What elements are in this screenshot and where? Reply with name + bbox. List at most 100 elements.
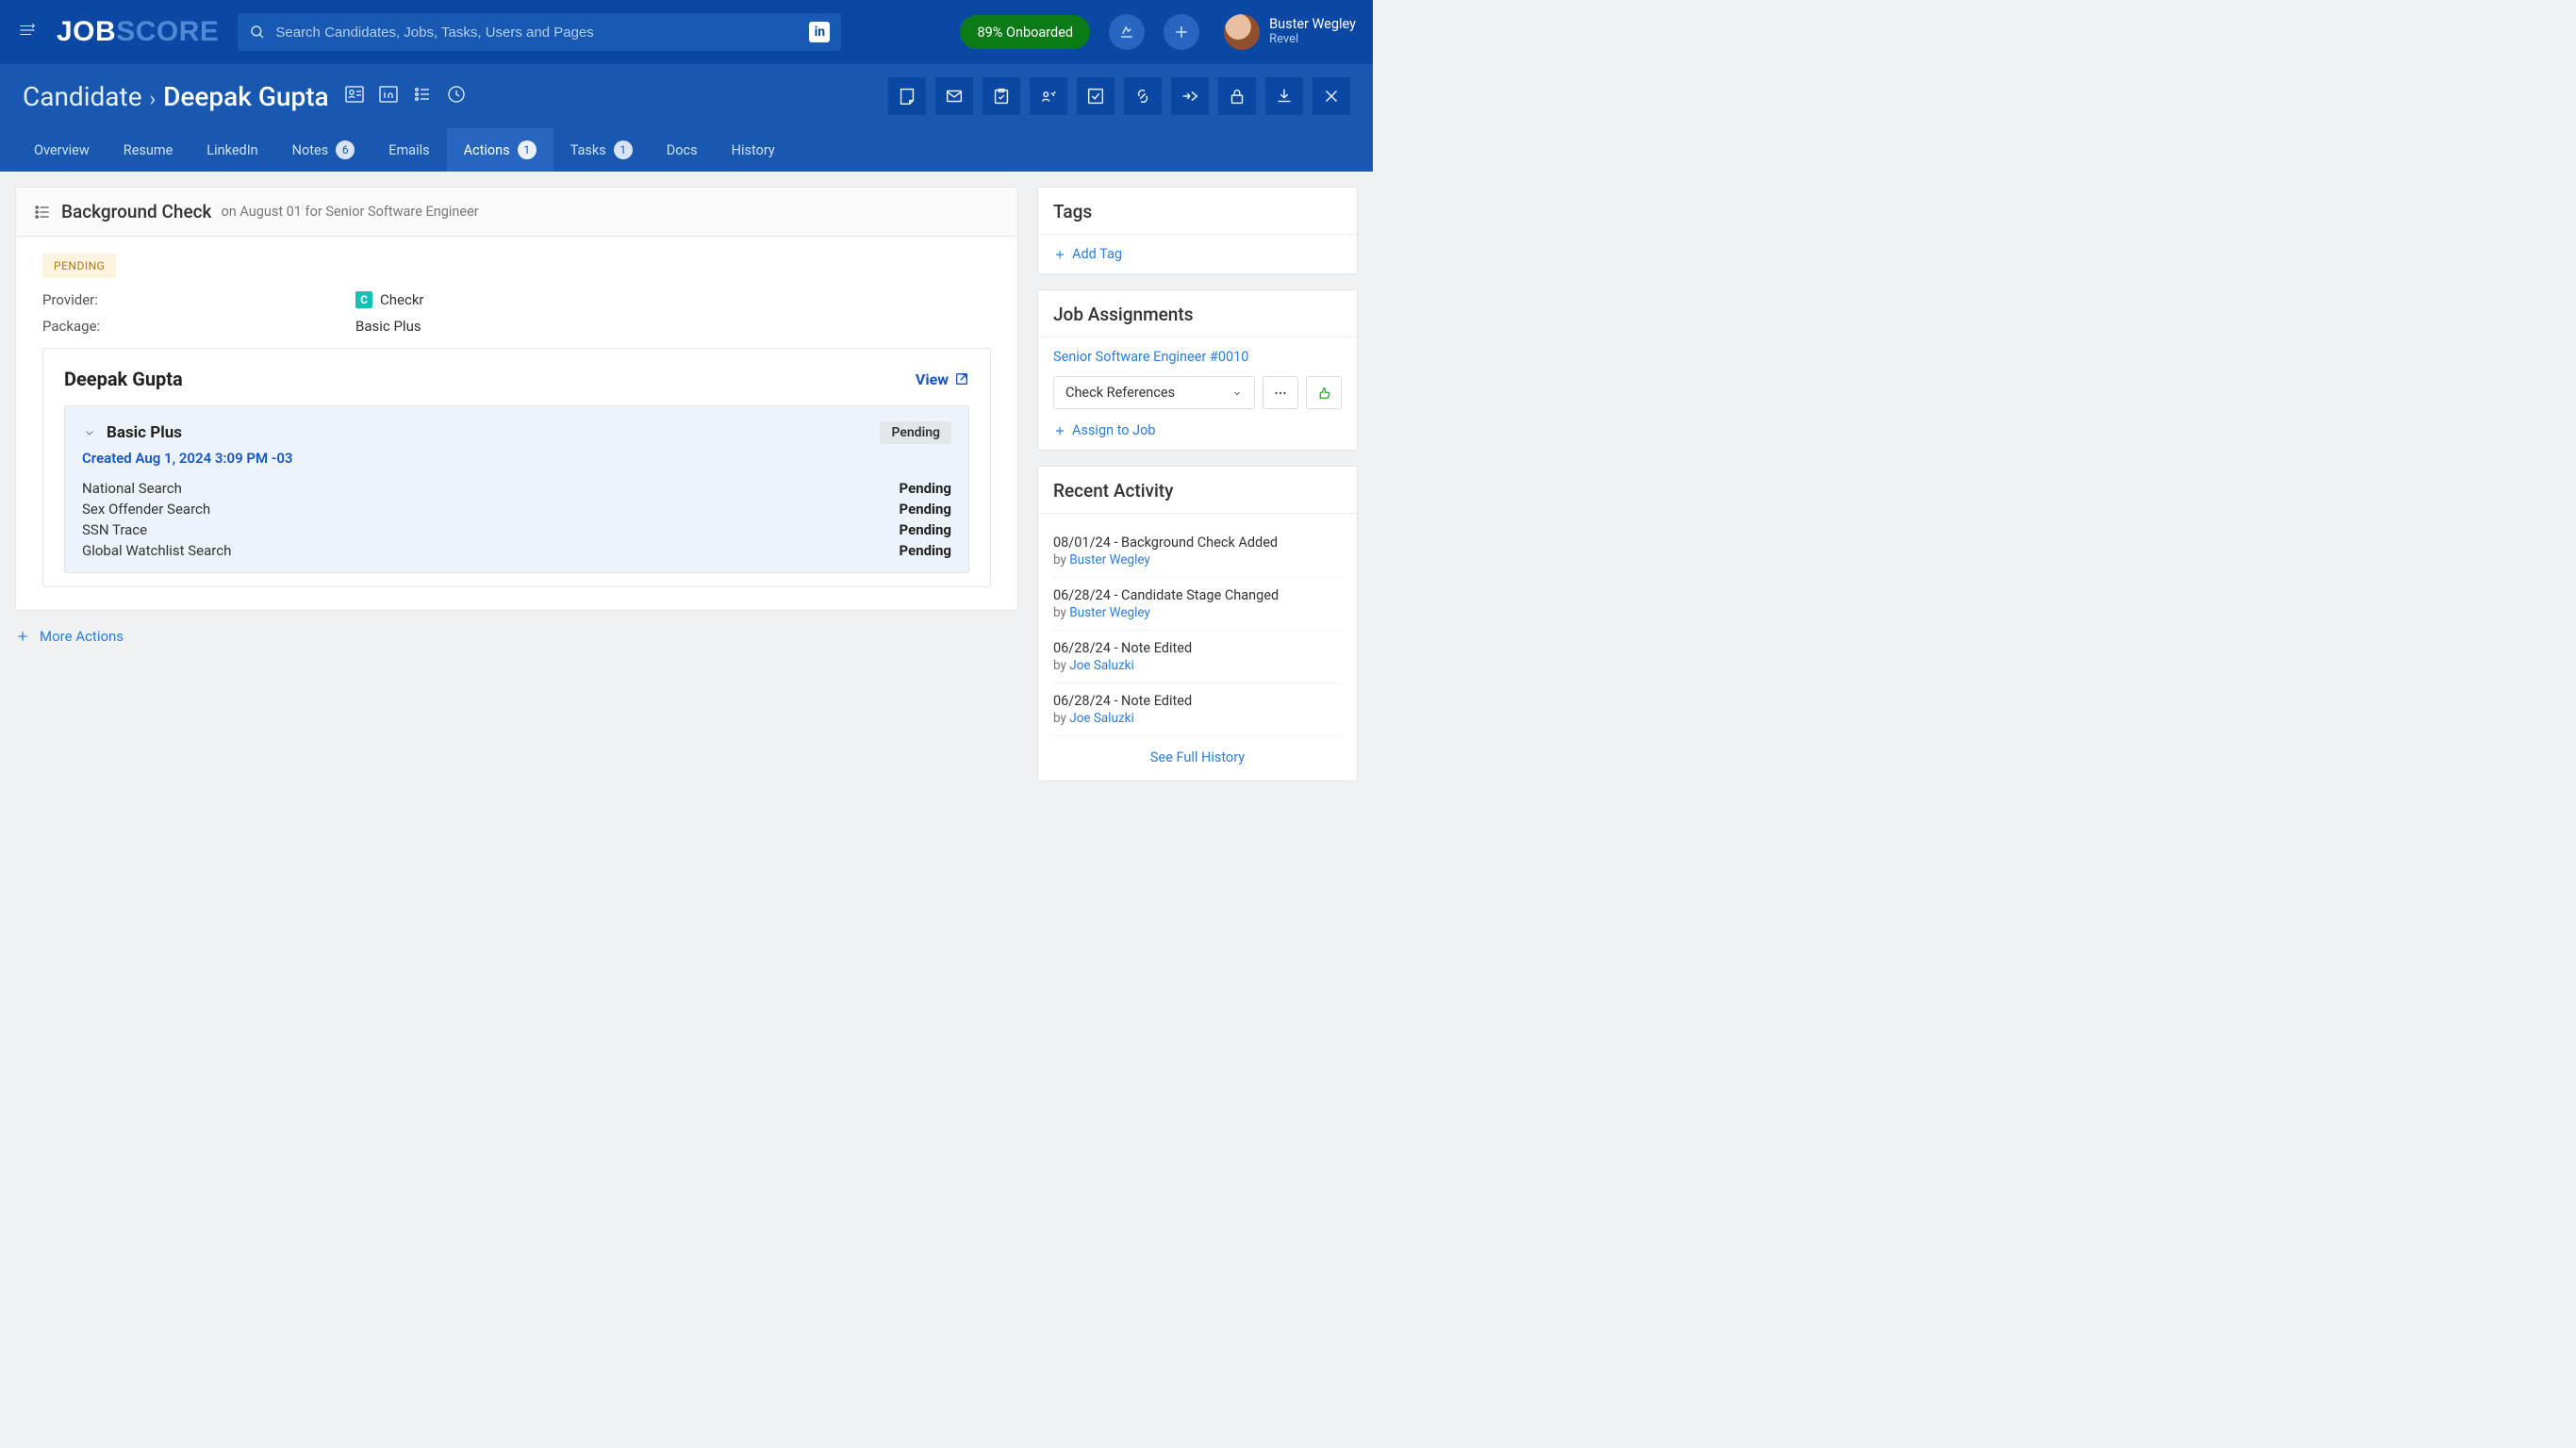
tab-emails[interactable]: Emails (372, 128, 446, 172)
search-name: SSN Trace (82, 521, 147, 538)
package-created[interactable]: Created Aug 1, 2024 3:09 PM -03 (82, 450, 951, 467)
email-icon[interactable] (935, 77, 973, 115)
activity-title: Recent Activity (1038, 467, 1357, 514)
search-status: Pending (900, 542, 951, 559)
topbar: JOBSCORE in 89% Onboarded Buster Wegley … (0, 0, 1373, 64)
more-icon (1272, 385, 1289, 402)
activity-user-link[interactable]: Buster Wegley (1069, 552, 1150, 568)
package-value: Basic Plus (355, 318, 421, 335)
job-assignments-panel: Job Assignments Senior Software Engineer… (1037, 289, 1358, 451)
search-row: Sex Offender Search Pending (82, 499, 951, 519)
tags-title: Tags (1038, 188, 1357, 235)
tab-overview[interactable]: Overview (17, 128, 107, 172)
activity-by: by Joe Saluzki (1053, 658, 1342, 673)
status-badge: PENDING (42, 254, 116, 278)
user-name: Buster Wegley (1269, 17, 1356, 33)
activity-line: 06/28/24 - Note Edited (1053, 640, 1342, 656)
breadcrumb: Candidate › Deepak Gupta (23, 81, 469, 112)
activity-line: 08/01/24 - Background Check Added (1053, 535, 1342, 551)
download-icon[interactable] (1265, 77, 1303, 115)
main-panel: Background Check on August 01 for Senior… (15, 187, 1018, 611)
search-status: Pending (900, 501, 951, 518)
lock-icon[interactable] (1218, 77, 1256, 115)
search-name: Global Watchlist Search (82, 542, 231, 559)
activity-by: by Joe Saluzki (1053, 711, 1342, 726)
search-status: Pending (900, 521, 951, 538)
clock-icon[interactable] (444, 82, 469, 107)
job-more-button[interactable] (1263, 376, 1298, 409)
linkedin-icon[interactable]: in (809, 22, 830, 42)
search-status: Pending (900, 480, 951, 497)
stage-select[interactable]: Check References (1053, 376, 1255, 409)
activity-user-link[interactable]: Joe Saluzki (1069, 658, 1134, 673)
activity-line: 06/28/24 - Note Edited (1053, 693, 1342, 709)
search-row: Global Watchlist Search Pending (82, 540, 951, 561)
package-name: Basic Plus (107, 423, 182, 442)
provider-label: Provider: (42, 291, 355, 308)
tab-docs[interactable]: Docs (650, 128, 715, 172)
activity-item: 06/28/24 - Candidate Stage Changedby Bus… (1053, 578, 1342, 631)
see-full-history-link[interactable]: See Full History (1150, 749, 1245, 765)
checkbox-icon[interactable] (1077, 77, 1115, 115)
activity-user-link[interactable]: Joe Saluzki (1069, 711, 1134, 726)
thumbs-up-button[interactable] (1306, 376, 1342, 409)
linkedin-outline-icon[interactable] (376, 82, 401, 107)
tab-tasks[interactable]: Tasks1 (553, 128, 650, 172)
profile-card-icon[interactable] (342, 82, 367, 107)
link-icon[interactable] (1124, 77, 1162, 115)
panel-title: Background Check (61, 201, 211, 222)
thumbs-up-icon (1315, 385, 1332, 402)
note-icon[interactable] (888, 77, 926, 115)
add-tag-link[interactable]: Add Tag (1053, 246, 1342, 262)
tab-notes[interactable]: Notes6 (275, 128, 372, 172)
provider-value: Checkr (380, 291, 424, 308)
user-menu[interactable]: Buster Wegley Revel (1224, 14, 1356, 50)
plus-icon (1053, 424, 1066, 437)
external-link-icon (954, 371, 969, 387)
activity-user-link[interactable]: Buster Wegley (1069, 605, 1150, 620)
breadcrumb-section[interactable]: Candidate (23, 81, 142, 112)
share-icon[interactable] (1171, 77, 1209, 115)
plus-icon (1053, 248, 1066, 261)
job-link[interactable]: Senior Software Engineer #0010 (1053, 349, 1342, 365)
referrals-icon[interactable] (1109, 14, 1145, 50)
subheader: Candidate › Deepak Gupta (0, 64, 1373, 128)
tab-resume[interactable]: Resume (107, 128, 190, 172)
plus-icon (15, 629, 30, 644)
referral-icon[interactable] (1030, 77, 1067, 115)
panel-meta: on August 01 for Senior Software Enginee… (221, 204, 478, 220)
chevron-down-icon[interactable] (82, 425, 97, 440)
add-icon[interactable] (1164, 14, 1199, 50)
activity-by: by Buster Wegley (1053, 552, 1342, 568)
close-icon[interactable] (1313, 77, 1350, 115)
menu-toggle-icon[interactable] (17, 20, 38, 44)
chevron-right-icon: › (150, 88, 157, 111)
search-row: National SearchPending (82, 478, 951, 499)
task-icon[interactable] (983, 77, 1020, 115)
view-report-link[interactable]: View (916, 370, 969, 388)
jobs-title: Job Assignments (1038, 290, 1357, 337)
more-actions-link[interactable]: More Actions (15, 628, 1018, 645)
avatar (1224, 14, 1260, 50)
activity-item: 06/28/24 - Note Edited by Joe Saluzki (1053, 631, 1342, 683)
chevron-down-icon (1231, 387, 1243, 399)
report-candidate-name: Deepak Gupta (64, 368, 183, 390)
list-check-icon[interactable] (410, 82, 435, 107)
logo[interactable]: JOBSCORE (57, 16, 219, 48)
report-card: Deepak Gupta View Basic Plus Pen (42, 348, 991, 587)
activity-line: 06/28/24 - Candidate Stage Changed (1053, 587, 1342, 603)
recent-activity-panel: Recent Activity 08/01/24 - Background Ch… (1037, 466, 1358, 782)
sidebar: Tags Add Tag Job Assignments Senior Soft… (1033, 172, 1373, 769)
global-search[interactable]: in (238, 13, 841, 51)
tab-actions[interactable]: Actions1 (447, 128, 553, 172)
search-input[interactable] (275, 25, 800, 41)
tab-linkedin[interactable]: LinkedIn (190, 128, 274, 172)
tab-history[interactable]: History (715, 128, 792, 172)
search-name: Sex Offender Search (82, 501, 210, 518)
list-check-icon (33, 203, 52, 222)
notes-count-badge: 6 (336, 140, 355, 159)
checkr-icon: C (355, 291, 372, 308)
onboarded-pill[interactable]: 89% Onboarded (960, 15, 1090, 49)
assign-to-job-link[interactable]: Assign to Job (1053, 422, 1342, 438)
search-icon (249, 24, 266, 41)
